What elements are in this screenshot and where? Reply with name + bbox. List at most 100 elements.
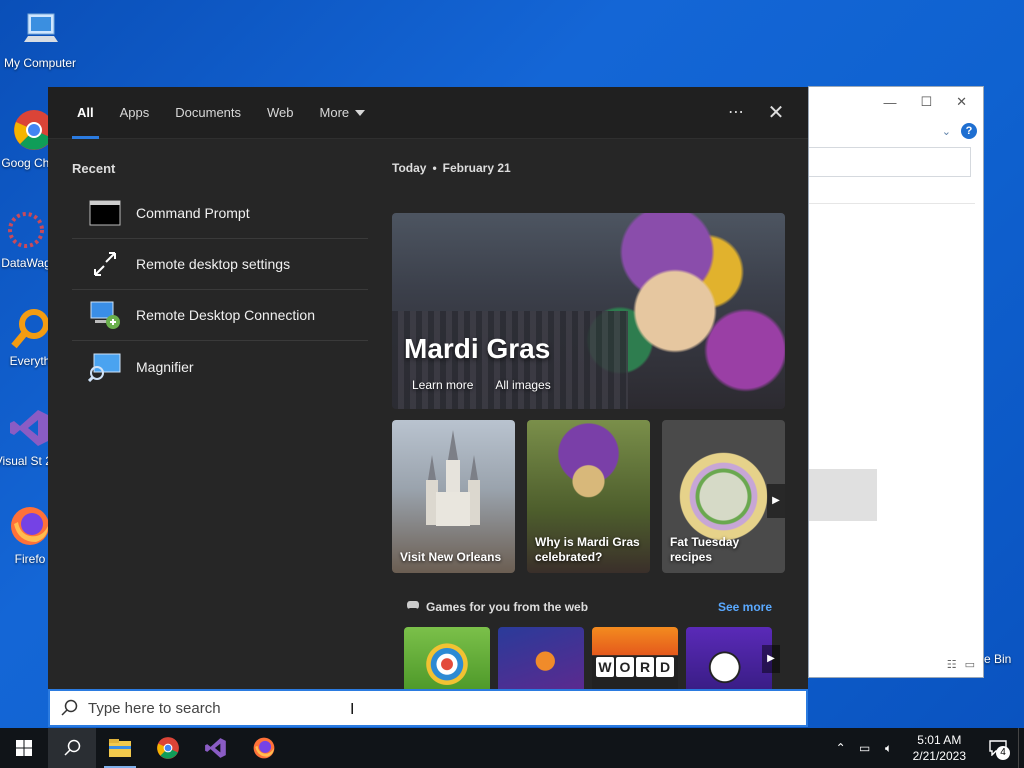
address-bar[interactable] (809, 147, 971, 177)
remote-desktop-connection-icon (88, 300, 122, 330)
close-icon[interactable]: ✕ (956, 94, 967, 110)
games-title: Games for you from the web (426, 599, 589, 614)
everything-search-icon (8, 306, 52, 350)
tab-web[interactable]: Web (254, 87, 307, 139)
chevron-down-icon[interactable]: ⌄ (942, 125, 951, 138)
recent-item-magnifier[interactable]: Magnifier (72, 341, 368, 392)
see-more-link[interactable]: See more (718, 600, 772, 614)
games-next-arrow-icon[interactable]: ▶ (762, 645, 780, 673)
window-titlebar: — ☐ ✕ (809, 87, 983, 117)
game-tile-soccer[interactable] (686, 627, 772, 689)
desktop-icon-my-computer[interactable]: My Computer (0, 8, 80, 70)
game-tile-word[interactable]: W O R D (592, 627, 678, 689)
recent-item-label: Remote desktop settings (136, 256, 291, 272)
recent-item-command-prompt[interactable]: Command Prompt (72, 188, 368, 239)
windows-logo-icon (16, 740, 32, 756)
visual-studio-icon (205, 738, 226, 758)
separator-dot: • (432, 161, 437, 175)
taskbar-chrome[interactable] (144, 728, 192, 768)
minimize-icon[interactable]: — (883, 95, 896, 110)
topic-cards: Visit New Orleans Why is Mardi Gras cele… (392, 420, 785, 573)
search-input[interactable] (88, 699, 806, 717)
game-tile-basketball[interactable] (498, 627, 584, 689)
taskbar-firefox[interactable] (240, 728, 288, 768)
remote-desktop-settings-icon (88, 249, 122, 279)
search-flyout: All Apps Documents Web More ⋯ ✕ Recent C… (48, 87, 808, 691)
details-view-icon[interactable]: ☷ (947, 658, 957, 671)
tab-apps[interactable]: Apps (107, 87, 163, 139)
action-center-button[interactable]: 4 (978, 728, 1018, 768)
visual-studio-icon (8, 406, 52, 450)
file-explorer-icon (109, 739, 131, 757)
card-caption: Visit New Orleans (400, 550, 502, 564)
card-why-mardi-gras[interactable]: Why is Mardi Gras celebrated? (527, 420, 650, 573)
game-tile-archery[interactable] (404, 627, 490, 689)
chevron-up-icon[interactable]: ⌃ (829, 741, 853, 755)
card-fat-tuesday-recipes[interactable]: Fat Tuesday recipes ▶ (662, 420, 785, 573)
hero-card-mardi-gras[interactable]: Mardi Gras Learn more All images (392, 213, 785, 409)
pane-divider (809, 203, 975, 204)
hero-title: Mardi Gras (404, 333, 551, 364)
taskbar-file-explorer[interactable] (96, 728, 144, 768)
games-header: Games for you from the web See more (406, 599, 772, 614)
all-images-link[interactable]: All images (495, 378, 550, 392)
magnifier-icon (88, 352, 122, 382)
card-caption: Why is Mardi Gras celebrated? (535, 535, 640, 564)
card-caption: Fat Tuesday recipes (670, 535, 740, 564)
tab-label: Documents (175, 104, 242, 120)
large-icons-view-icon[interactable]: ▭ (965, 658, 975, 671)
learn-more-link[interactable]: Learn more (412, 378, 473, 392)
firefox-icon (253, 737, 275, 759)
chrome-icon (157, 737, 179, 759)
recent-item-label: Magnifier (136, 358, 194, 375)
more-options-button[interactable]: ⋯ (716, 87, 756, 139)
recent-item-remote-desktop-settings[interactable]: Remote desktop settings (72, 239, 368, 290)
ellipsis-icon: ⋯ (728, 103, 744, 121)
recent-section: Recent Command Prompt Remote desktop set… (72, 161, 368, 392)
command-prompt-icon (88, 198, 122, 228)
close-icon: ✕ (767, 101, 785, 124)
word-letter: D (656, 657, 674, 677)
volume-icon[interactable]: 🔈︎ (877, 741, 901, 756)
network-icon[interactable]: ▭ (853, 741, 877, 755)
firefox-icon (8, 504, 52, 548)
tab-label: All (77, 104, 94, 120)
clock-date: 2/21/2023 (912, 749, 966, 763)
selected-item-highlight[interactable] (809, 469, 877, 521)
taskbar-search-button[interactable] (48, 728, 96, 768)
tab-documents[interactable]: Documents (162, 87, 254, 139)
clock[interactable]: 5:01 AM 2/21/2023 (901, 732, 978, 764)
help-icon[interactable]: ? (961, 123, 977, 139)
tab-label: More (319, 104, 350, 120)
caret-down-icon (355, 110, 366, 117)
today-date: February 21 (442, 161, 511, 175)
today-label: Today (392, 161, 427, 175)
recent-item-remote-desktop-connection[interactable]: Remote Desktop Connection (72, 290, 368, 341)
recent-item-label: Command Prompt (136, 205, 250, 221)
computer-icon (18, 8, 62, 52)
maximize-icon[interactable]: ☐ (920, 94, 932, 110)
cards-next-arrow-icon[interactable]: ▶ (767, 484, 785, 518)
text-cursor-icon: I (350, 701, 355, 718)
search-tabs: All Apps Documents Web More ⋯ ✕ (48, 87, 808, 139)
taskbar-visual-studio[interactable] (192, 728, 240, 768)
close-flyout-button[interactable]: ✕ (756, 87, 796, 139)
recycle-bin-label[interactable]: e Bin (984, 652, 1011, 666)
games-controller-icon (406, 599, 420, 614)
start-button[interactable] (0, 728, 48, 768)
datawag-icon (4, 208, 48, 252)
desktop-icon-label: My Computer (3, 56, 77, 70)
notification-count-badge: 4 (996, 746, 1010, 760)
tab-more[interactable]: More (307, 87, 379, 139)
highlights-section: Today • February 21 Mardi Gras Learn more … (392, 161, 786, 689)
view-mode-icons: ☷ ▭ (947, 658, 975, 671)
tab-all[interactable]: All (64, 87, 107, 139)
tab-label: Apps (119, 104, 150, 120)
system-tray: ⌃ ▭ 🔈︎ 5:01 AM 2/21/2023 4 (829, 728, 1024, 768)
search-box[interactable]: I (48, 689, 808, 727)
hero-links: Learn more All images (412, 378, 551, 392)
show-desktop-button[interactable] (1018, 728, 1024, 768)
card-visit-new-orleans[interactable]: Visit New Orleans (392, 420, 515, 573)
background-explorer-window[interactable]: — ☐ ✕ ⌄ ? ☷ ▭ (808, 86, 984, 678)
tab-label: Web (267, 104, 294, 120)
